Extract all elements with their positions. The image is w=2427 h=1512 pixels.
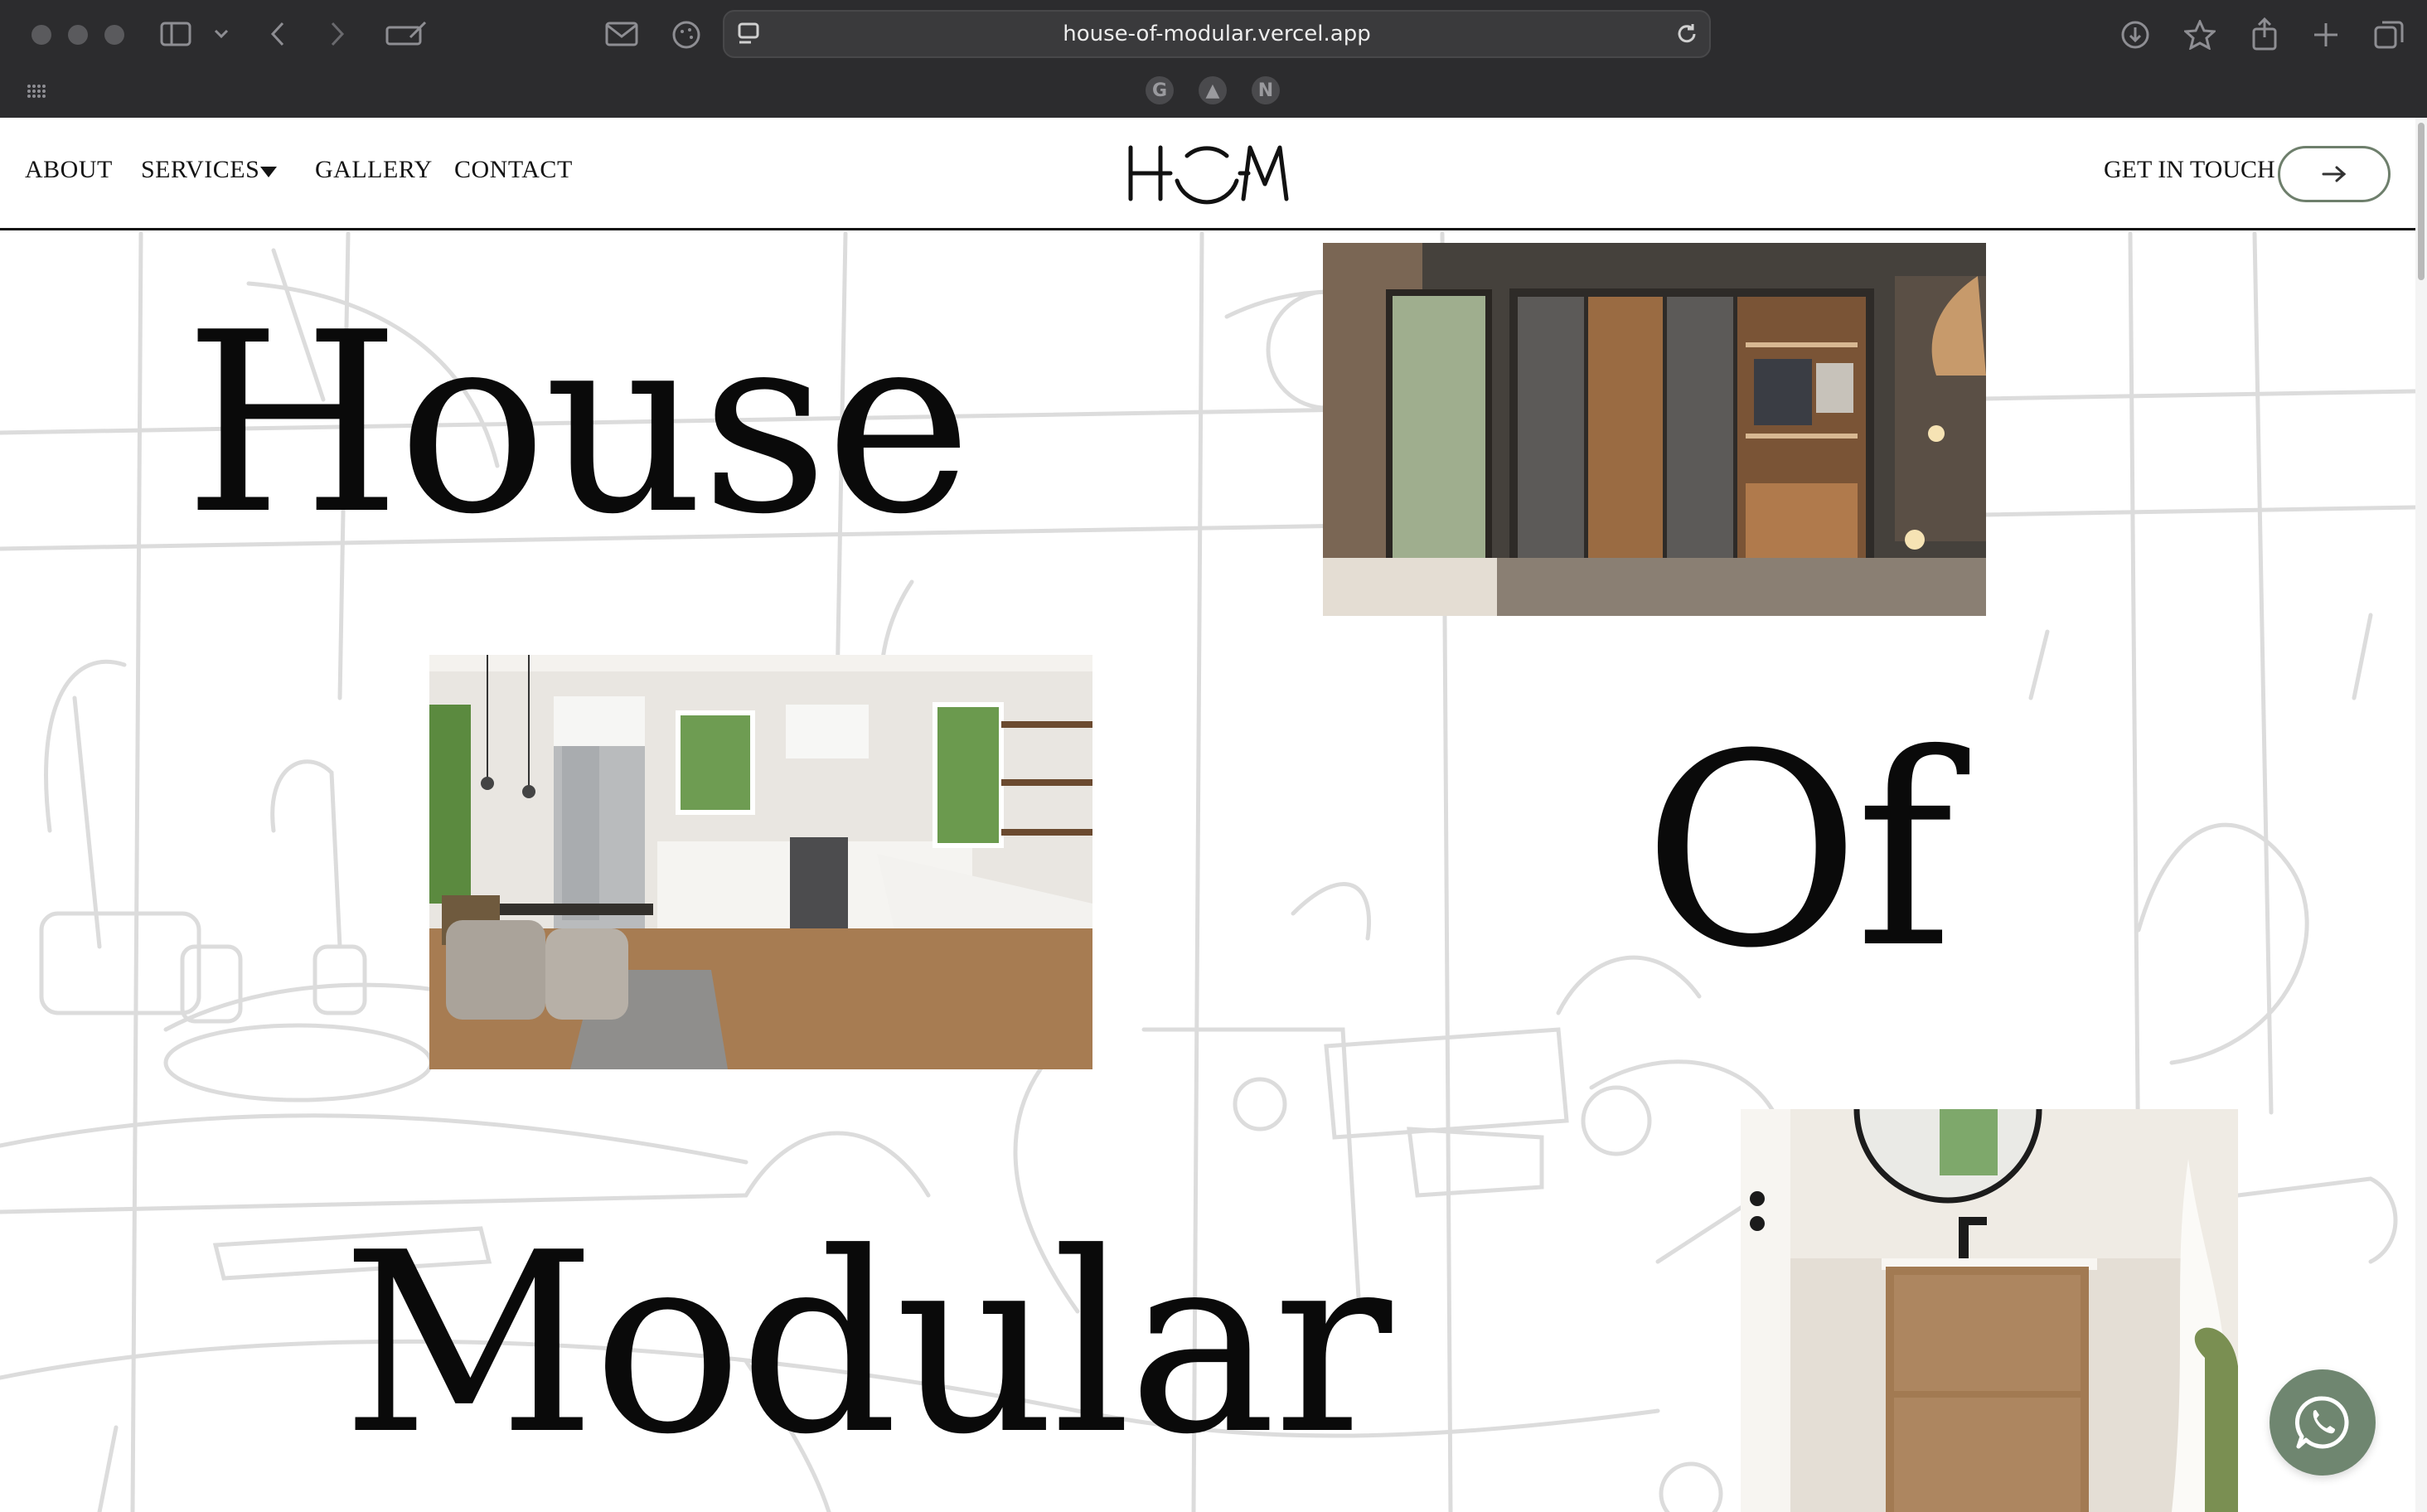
whatsapp-icon bbox=[2294, 1396, 2349, 1449]
web-page: ABOUT SERVICES GALLERY CONTACT GET IN TO… bbox=[0, 118, 2415, 1512]
site-header: ABOUT SERVICES GALLERY CONTACT GET IN TO… bbox=[0, 118, 2415, 230]
nav-services-link[interactable]: SERVICES bbox=[141, 156, 259, 184]
new-tab-plus-icon[interactable] bbox=[2309, 18, 2342, 51]
nav-about-link[interactable]: ABOUT bbox=[25, 156, 113, 184]
hom-logo[interactable] bbox=[1124, 133, 1290, 214]
kitchen-photo bbox=[429, 655, 1092, 1069]
close-window-icon[interactable] bbox=[31, 25, 51, 45]
maximize-window-icon[interactable] bbox=[104, 25, 124, 45]
hero-word-of: Of bbox=[1643, 698, 1954, 1006]
scrollbar-thumb[interactable] bbox=[2418, 123, 2425, 280]
apps-grid-icon[interactable] bbox=[25, 81, 48, 101]
services-dropdown-caret-icon[interactable] bbox=[260, 167, 277, 177]
hero-word-modular: Modular bbox=[342, 1199, 1392, 1489]
whatsapp-chat-button[interactable] bbox=[2270, 1369, 2376, 1476]
hero-word-house: House bbox=[184, 279, 972, 569]
favorites-bar: G ▲ N bbox=[1146, 76, 1280, 104]
page-scrollbar[interactable] bbox=[2415, 118, 2427, 1512]
mail-icon[interactable] bbox=[603, 20, 640, 48]
forward-arrow-icon[interactable] bbox=[325, 20, 350, 48]
sidebar-toggle-icon[interactable] bbox=[159, 20, 192, 48]
url-text: house-of-modular.vercel.app bbox=[1063, 22, 1371, 46]
downloads-icon[interactable] bbox=[2119, 18, 2152, 51]
markup-icon[interactable] bbox=[385, 20, 429, 48]
back-arrow-icon[interactable] bbox=[265, 20, 290, 48]
bookmark-star-icon[interactable] bbox=[2183, 18, 2216, 51]
tab-overview-icon[interactable] bbox=[2372, 18, 2405, 51]
get-in-touch-label[interactable]: GET IN TOUCH bbox=[2104, 156, 2275, 184]
window-controls[interactable] bbox=[31, 25, 124, 45]
get-in-touch-button[interactable] bbox=[2278, 146, 2391, 202]
browser-toolbar: house-of-modular.vercel.app G ▲ N bbox=[0, 0, 2427, 118]
extension-icon[interactable] bbox=[670, 20, 703, 50]
favicon-icon[interactable]: ▲ bbox=[1199, 76, 1227, 104]
reload-icon[interactable] bbox=[1674, 22, 1699, 46]
nav-gallery-link[interactable]: GALLERY bbox=[315, 156, 433, 184]
nav-contact-link[interactable]: CONTACT bbox=[454, 156, 573, 184]
chevron-down-icon[interactable] bbox=[212, 25, 230, 43]
share-icon[interactable] bbox=[2248, 17, 2281, 51]
arrow-right-icon bbox=[2322, 166, 2347, 182]
bathroom-vanity-photo bbox=[1741, 1109, 2238, 1512]
notion-favicon-icon[interactable]: N bbox=[1252, 76, 1280, 104]
google-favicon-icon[interactable]: G bbox=[1146, 76, 1174, 104]
address-bar[interactable]: house-of-modular.vercel.app bbox=[723, 10, 1711, 58]
wardrobe-bedroom-photo bbox=[1323, 243, 1986, 616]
minimize-window-icon[interactable] bbox=[68, 25, 88, 45]
